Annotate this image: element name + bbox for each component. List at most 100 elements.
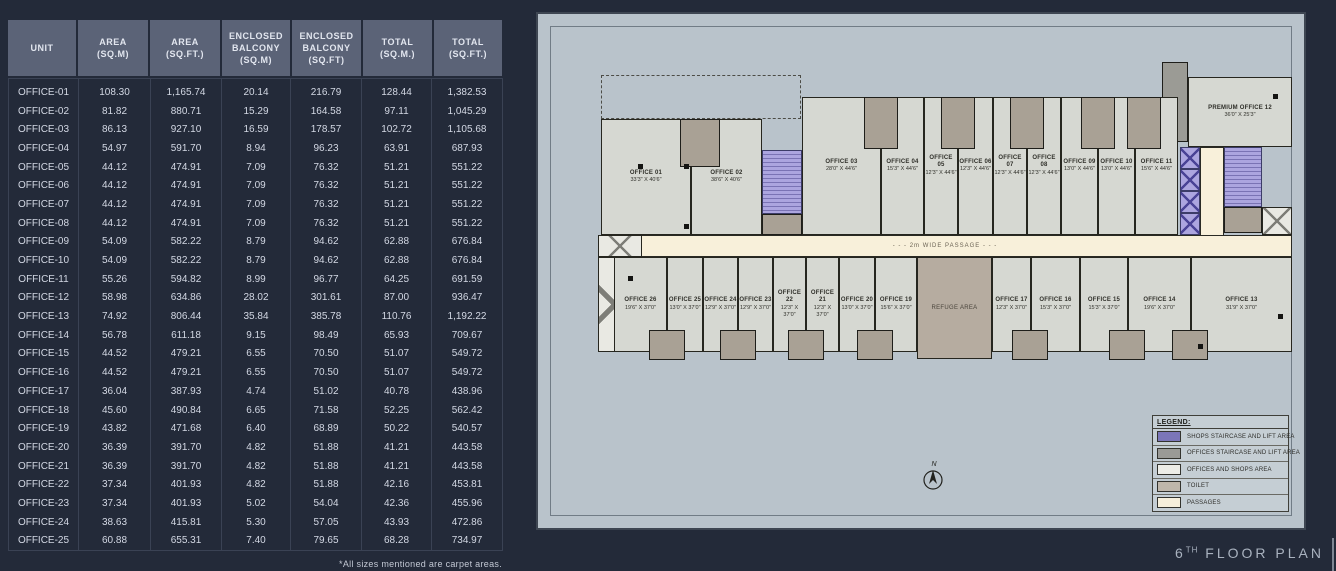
table-row: OFFICE-1054.09582.228.7994.6262.88676.84: [9, 251, 503, 270]
value-cell: 41.21: [362, 457, 432, 476]
value-cell: 58.98: [79, 289, 151, 308]
legend-swatch: [1157, 497, 1181, 508]
shops-staircase: [762, 150, 802, 214]
value-cell: 582.22: [151, 233, 222, 252]
value-cell: 36.39: [79, 438, 151, 457]
area-table-body: OFFICE-01108.301,165.7420.14216.79128.44…: [9, 79, 503, 551]
value-cell: 41.21: [362, 438, 432, 457]
value-cell: 63.91: [362, 139, 432, 158]
value-cell: 391.70: [151, 438, 222, 457]
area-table: UNITAREA (SQ.M)AREA (SQ.FT.)ENCLOSED BAL…: [8, 20, 502, 569]
table-row: OFFICE-1736.04387.934.7451.0240.78438.96: [9, 382, 503, 401]
value-cell: 4.82: [222, 438, 291, 457]
lift-cell: [1180, 147, 1200, 169]
value-cell: 880.71: [151, 102, 222, 121]
table-row: OFFICE-1374.92806.4435.84385.78110.761,1…: [9, 307, 503, 326]
toilet-block: [1127, 97, 1161, 149]
value-cell: 94.62: [291, 251, 362, 270]
table-row: OFFICE-0954.09582.228.7994.6262.88676.84: [9, 233, 503, 252]
column-marker: [1198, 344, 1203, 349]
legend-swatch: [1157, 481, 1181, 492]
table-row: OFFICE-0744.12474.917.0976.3251.21551.22: [9, 195, 503, 214]
toilet-block: [1012, 330, 1048, 360]
office-dims: 13'0" X 37'0": [841, 305, 872, 312]
column-marker: [1278, 314, 1283, 319]
office-dims: 13'0" X 44'6": [1064, 166, 1095, 173]
column-header: UNIT: [8, 20, 76, 76]
unit-cell: OFFICE-17: [9, 382, 79, 401]
value-cell: 216.79: [291, 79, 362, 102]
floor-number: 6: [1175, 545, 1186, 561]
unit-cell: OFFICE-23: [9, 494, 79, 513]
value-cell: 5.02: [222, 494, 291, 513]
value-cell: 87.00: [362, 289, 432, 308]
value-cell: 44.12: [79, 158, 151, 177]
value-cell: 479.21: [151, 345, 222, 364]
value-cell: 562.42: [432, 401, 503, 420]
value-cell: 7.40: [222, 532, 291, 551]
page: UNITAREA (SQ.M)AREA (SQ.FT.)ENCLOSED BAL…: [0, 0, 1336, 571]
value-cell: 474.91: [151, 176, 222, 195]
value-cell: 110.76: [362, 307, 432, 326]
unit-cell: OFFICE-03: [9, 120, 79, 139]
value-cell: 51.21: [362, 176, 432, 195]
column-header: ENCLOSED BALCONY (SQ.M): [222, 20, 290, 76]
area-table-grid: OFFICE-01108.301,165.7420.14216.79128.44…: [8, 78, 503, 551]
table-row: OFFICE-1544.52479.216.5570.5051.07549.72: [9, 345, 503, 364]
value-cell: 8.99: [222, 270, 291, 289]
table-row: OFFICE-0844.12474.917.0976.3251.21551.22: [9, 214, 503, 233]
value-cell: 71.58: [291, 401, 362, 420]
value-cell: 36.39: [79, 457, 151, 476]
value-cell: 1,192.22: [432, 307, 503, 326]
legend-item: PASSAGES: [1153, 495, 1288, 511]
table-row: OFFICE-0544.12474.917.0976.3251.21551.22: [9, 158, 503, 177]
office-dims: 12'9" X 37'0": [740, 305, 771, 312]
value-cell: 44.12: [79, 214, 151, 233]
table-row: OFFICE-1456.78611.189.1598.4965.93709.67: [9, 326, 503, 345]
value-cell: 591.70: [151, 139, 222, 158]
value-cell: 594.82: [151, 270, 222, 289]
office-name: OFFICE 19: [880, 297, 912, 305]
office-dims: 38'6" X 40'6": [711, 177, 742, 184]
value-cell: 37.34: [79, 475, 151, 494]
value-cell: 56.78: [79, 326, 151, 345]
passage-end-hatch: [598, 235, 642, 257]
value-cell: 60.88: [79, 532, 151, 551]
toilet-block: [649, 330, 685, 360]
plan-legend: LEGEND: SHOPS STAIRCASE AND LIFT AREAOFF…: [1152, 415, 1289, 512]
value-cell: 676.84: [432, 233, 503, 252]
toilet-block: [1081, 97, 1115, 149]
value-cell: 178.57: [291, 120, 362, 139]
toilet-block: [788, 330, 824, 360]
legend-item: SHOPS STAIRCASE AND LIFT AREA: [1153, 429, 1288, 446]
value-cell: 7.09: [222, 176, 291, 195]
value-cell: 44.52: [79, 345, 151, 364]
value-cell: 806.44: [151, 307, 222, 326]
office-name: OFFICE 08: [1028, 155, 1060, 171]
unit-cell: OFFICE-20: [9, 438, 79, 457]
value-cell: 36.04: [79, 382, 151, 401]
toilet-block: [1224, 207, 1262, 233]
unit-cell: OFFICE-11: [9, 270, 79, 289]
value-cell: 40.78: [362, 382, 432, 401]
legend-rows: SHOPS STAIRCASE AND LIFT AREAOFFICES STA…: [1153, 429, 1288, 511]
unit-cell: OFFICE-25: [9, 532, 79, 551]
value-cell: 1,105.68: [432, 120, 503, 139]
table-footnote: *All sizes mentioned are carpet areas.: [8, 559, 502, 569]
office-name: OFFICE 26: [624, 297, 656, 305]
value-cell: 391.70: [151, 457, 222, 476]
value-cell: 582.22: [151, 251, 222, 270]
value-cell: 52.25: [362, 401, 432, 420]
value-cell: 6.55: [222, 345, 291, 364]
main-passage: - - - 2m WIDE PASSAGE - - -: [598, 235, 1292, 257]
lift-cell: [1180, 169, 1200, 191]
value-cell: 76.32: [291, 158, 362, 177]
vertical-passage: [1200, 147, 1224, 236]
column-header: AREA (SQ.FT.): [150, 20, 220, 76]
column-header: TOTAL (SQ.FT.): [434, 20, 502, 76]
value-cell: 1,165.74: [151, 79, 222, 102]
value-cell: 96.77: [291, 270, 362, 289]
table-row: OFFICE-2036.39391.704.8251.8841.21443.58: [9, 438, 503, 457]
value-cell: 8.94: [222, 139, 291, 158]
unit-cell: OFFICE-05: [9, 158, 79, 177]
